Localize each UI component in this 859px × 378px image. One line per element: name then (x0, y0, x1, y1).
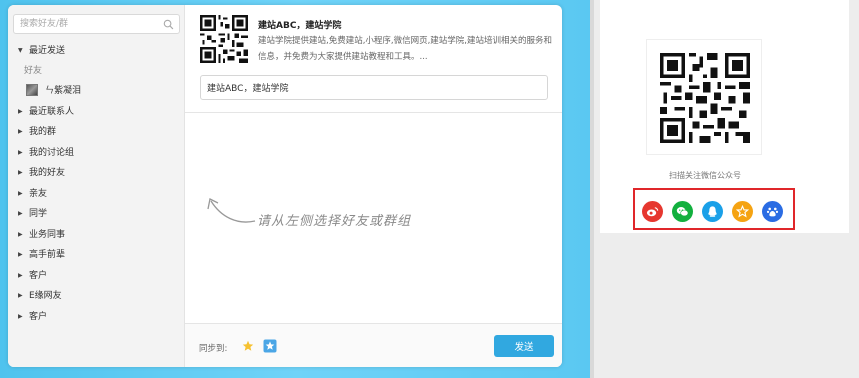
caret-right-icon: ▶ (18, 292, 23, 299)
tree-group[interactable]: ▶ E缘网友 (8, 286, 185, 307)
article-description: 建站学院提供建站,免费建站,小程序,微信网页,建站学院,建站培训相关的服务和信息… (258, 36, 553, 62)
send-button[interactable]: 发送 (494, 335, 554, 357)
friend-name: ㄣ紫凝泪 (45, 85, 82, 96)
tree-group[interactable]: ▶ 业务同事 (8, 225, 185, 246)
tree-group-recent[interactable]: ▼ 最近发送 (8, 41, 185, 62)
weibo-star-icon[interactable] (263, 339, 277, 353)
comment-input[interactable] (200, 75, 548, 100)
tree-group[interactable]: ▶ 我的讨论组 (8, 143, 185, 164)
caret-down-icon: ▼ (18, 47, 23, 54)
tree-subhead: 好友 (24, 65, 43, 76)
scan-caption: 扫描关注微信公众号 (669, 171, 741, 180)
tree-group-label: 客户 (29, 311, 48, 322)
qr-code-image (660, 53, 750, 143)
qzone-star-icon[interactable] (242, 340, 254, 352)
tree-group-label: E缘网友 (29, 291, 62, 301)
search-icon[interactable] (163, 19, 174, 30)
friend-sidebar: ▼ 最近发送 好友 ㄣ紫凝泪 ▶ 最近联系人 ▶ 我的群 ▶ 我的讨论组 ▶ 我的好友 ▶… (8, 5, 185, 367)
share-main: 建站ABC，建站学院 建站学院提供建站,免费建站,小程序,微信网页,建站学院,建… (185, 5, 562, 367)
baidu-icon[interactable] (762, 201, 783, 222)
caret-right-icon: ▶ (18, 271, 23, 279)
qq-icon[interactable] (702, 201, 723, 222)
caret-right-icon: ▶ (18, 312, 23, 320)
dialog-footer: 同步到: 发送 (185, 323, 562, 367)
hint-area: 请从左侧选择好友或群组 (185, 113, 562, 323)
search-input[interactable] (20, 17, 155, 31)
tree-group[interactable]: ▶ 我的群 (8, 122, 185, 143)
friend-item[interactable]: ㄣ紫凝泪 (8, 80, 185, 102)
tree-group-label: 客户 (29, 270, 48, 281)
caret-right-icon: ▶ (18, 189, 23, 197)
share-dialog: ▼ 最近发送 好友 ㄣ紫凝泪 ▶ 最近联系人 ▶ 我的群 ▶ 我的讨论组 ▶ 我的好友 ▶… (8, 5, 562, 367)
caret-right-icon: ▶ (18, 148, 23, 156)
curved-arrow-icon (207, 198, 256, 223)
qr-code-thumbnail (200, 15, 248, 63)
tree-group-label: 同学 (29, 209, 48, 219)
tree-group-label: 我的群 (29, 127, 57, 137)
wechat-qr-code (646, 39, 762, 155)
article-title: 建站ABC，建站学院 (258, 21, 342, 31)
tree-group[interactable]: ▶ 我的好友 (8, 163, 185, 184)
tree-group[interactable]: ▶ 高手前辈 (8, 245, 185, 266)
friend-tree: ▼ 最近发送 好友 ㄣ紫凝泪 ▶ 最近联系人 ▶ 我的群 ▶ 我的讨论组 ▶ 我的好友 ▶… (8, 41, 185, 327)
tree-group-label: 我的讨论组 (29, 147, 75, 158)
avatar (26, 84, 38, 96)
search-box[interactable] (13, 14, 180, 34)
tree-group-label: 业务同事 (29, 229, 66, 240)
tree-group-label: 最近发送 (29, 46, 66, 56)
tree-group-label: 最近联系人 (29, 106, 75, 117)
hint-text: 请从左侧选择好友或群组 (257, 214, 412, 229)
caret-right-icon: ▶ (18, 169, 23, 176)
caret-right-icon: ▶ (18, 107, 23, 115)
sync-label: 同步到: (199, 344, 228, 354)
caret-right-icon: ▶ (18, 251, 23, 258)
tree-group-label: 我的好友 (29, 168, 66, 178)
tree-group-label: 高手前辈 (29, 250, 66, 260)
tree-group[interactable]: ▶ 最近联系人 (8, 102, 185, 123)
article-preview: 建站ABC，建站学院 建站学院提供建站,免费建站,小程序,微信网页,建站学院,建… (185, 5, 562, 113)
tree-group[interactable]: ▶ 亲友 (8, 184, 185, 205)
tree-group-label: 亲友 (29, 188, 48, 199)
qzone-icon[interactable] (732, 201, 753, 222)
tree-group[interactable]: ▶ 客户 (8, 266, 185, 287)
tree-group[interactable]: ▶ 客户 (8, 307, 185, 328)
weibo-icon[interactable] (642, 201, 663, 222)
wechat-icon[interactable] (672, 201, 693, 222)
caret-right-icon: ▶ (18, 128, 23, 135)
caret-right-icon: ▶ (18, 230, 23, 238)
caret-right-icon: ▶ (18, 210, 23, 217)
tree-group[interactable]: ▶ 同学 (8, 204, 185, 225)
